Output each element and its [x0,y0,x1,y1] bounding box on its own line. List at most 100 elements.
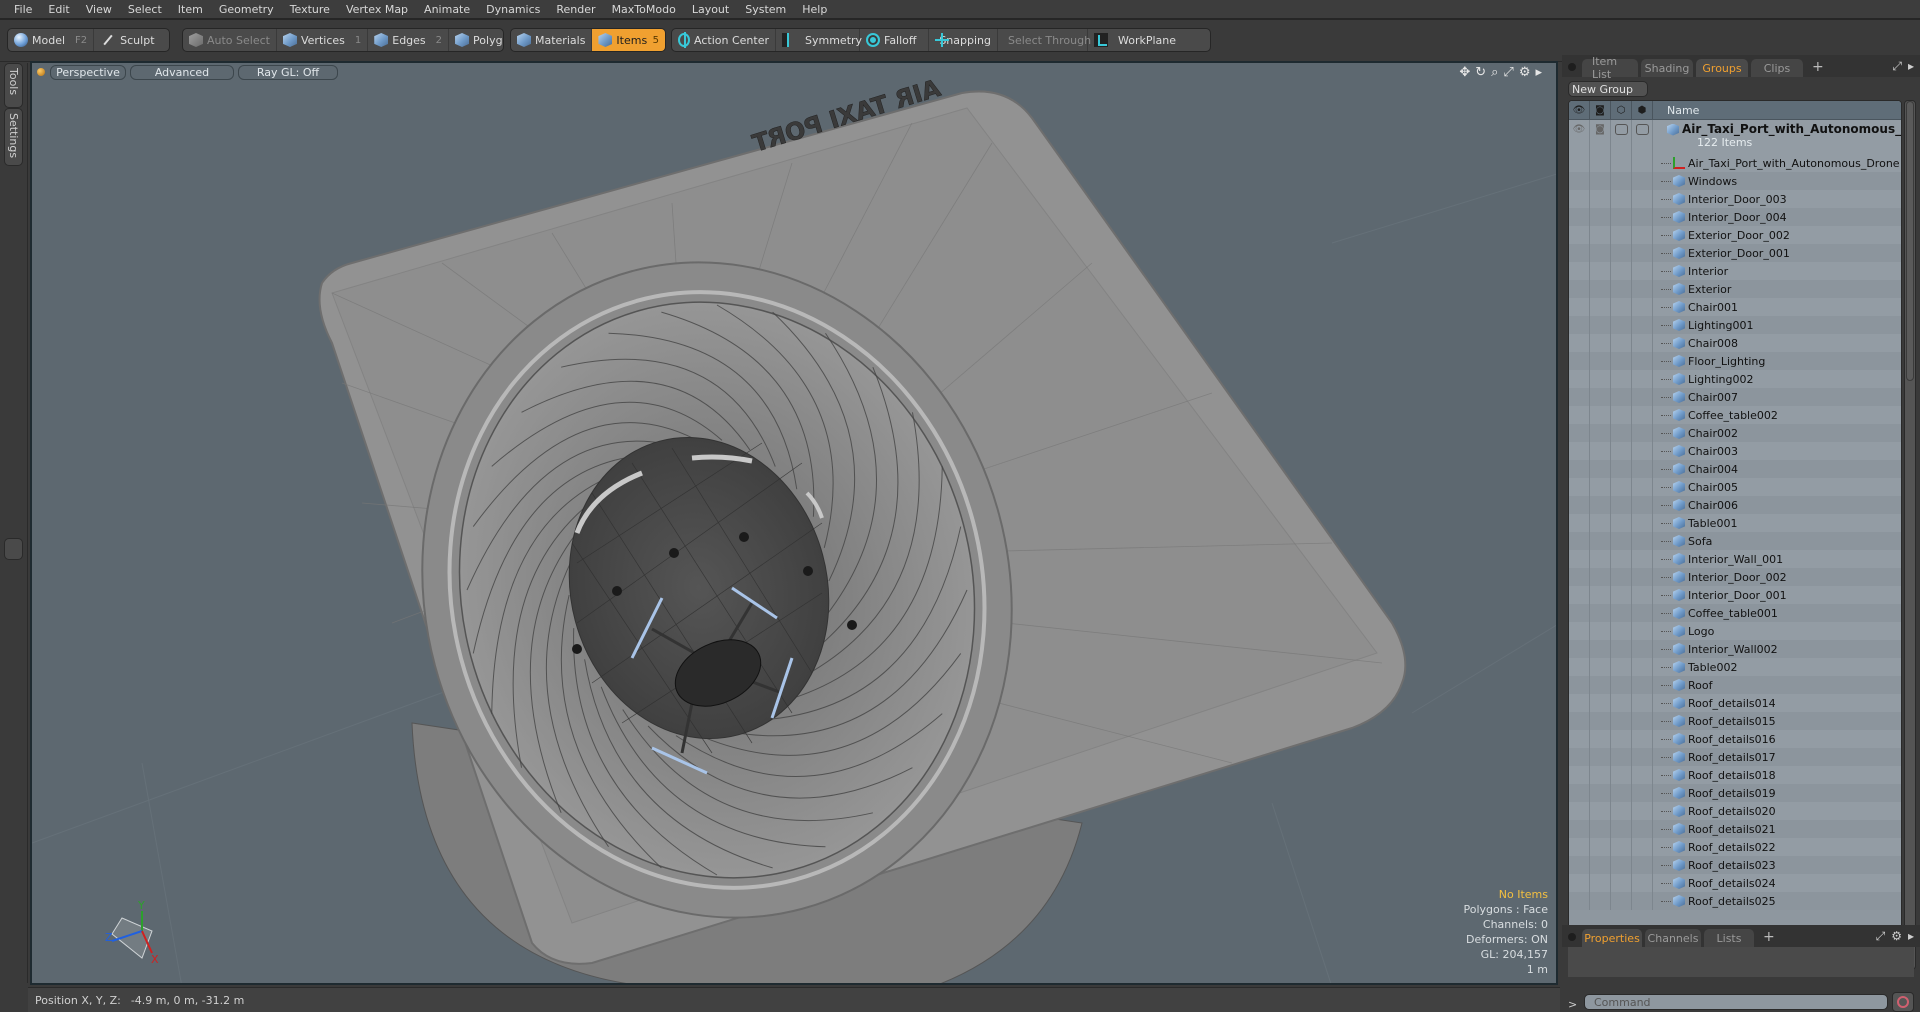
select-toggle[interactable] [1632,172,1653,190]
lock-toggle[interactable] [1611,460,1632,478]
falloff-button[interactable]: Falloff [860,29,929,51]
lock-toggle[interactable] [1611,568,1632,586]
select-toggle[interactable] [1632,676,1653,694]
menu-maxtomodo[interactable]: MaxToModo [604,3,684,16]
menu-vertex-map[interactable]: Vertex Map [338,3,416,16]
select-toggle[interactable] [1632,838,1653,856]
tree-item-row[interactable]: Roof [1569,676,1901,694]
workplane-button[interactable]: WorkPlane [1088,29,1210,51]
visibility-toggle[interactable] [1569,820,1590,838]
root-visibility-toggle[interactable]: 👁 [1569,120,1590,154]
materials-button[interactable]: Materials [511,29,593,51]
menu-help[interactable]: Help [794,3,835,16]
root-select-toggle[interactable] [1632,120,1653,154]
lock-toggle[interactable] [1611,856,1632,874]
tab-lists[interactable]: Lists [1704,929,1754,947]
tree-item-row[interactable]: Chair001 [1569,298,1901,316]
lock-toggle[interactable] [1611,622,1632,640]
select-toggle[interactable] [1632,406,1653,424]
tree-item-row[interactable]: Exterior_Door_002 [1569,226,1901,244]
visibility-toggle[interactable] [1569,226,1590,244]
menu-dynamics[interactable]: Dynamics [478,3,548,16]
visibility-toggle[interactable] [1569,784,1590,802]
lock-toggle[interactable] [1611,820,1632,838]
lock-toggle[interactable] [1611,370,1632,388]
visibility-toggle[interactable] [1569,532,1590,550]
select-toggle[interactable] [1632,190,1653,208]
render-toggle[interactable] [1590,820,1611,838]
lock-toggle[interactable] [1611,388,1632,406]
tree-item-row[interactable]: Roof_details016 [1569,730,1901,748]
lock-toggle[interactable] [1611,298,1632,316]
tree-item-row[interactable]: Windows [1569,172,1901,190]
visibility-toggle[interactable] [1569,694,1590,712]
render-toggle[interactable] [1590,892,1611,910]
tree-item-row[interactable]: Interior_Door_001 [1569,586,1901,604]
tree-item-row[interactable]: Coffee_table002 [1569,406,1901,424]
lock-toggle[interactable] [1611,226,1632,244]
lock-toggle[interactable] [1611,892,1632,910]
visibility-toggle[interactable] [1569,280,1590,298]
visibility-toggle[interactable] [1569,640,1590,658]
select-toggle[interactable] [1632,298,1653,316]
snapping-button[interactable]: Snapping [929,29,998,51]
select-toggle[interactable] [1632,316,1653,334]
lock-toggle[interactable] [1611,532,1632,550]
symmetry-button[interactable]: Symmetry [776,29,862,51]
lock-toggle[interactable] [1611,766,1632,784]
lock-toggle[interactable] [1611,640,1632,658]
items-button[interactable]: Items 5 [592,29,665,51]
select-toggle[interactable] [1632,604,1653,622]
lock-toggle[interactable] [1611,190,1632,208]
visibility-toggle[interactable] [1569,874,1590,892]
select-toggle[interactable] [1632,766,1653,784]
select-toggle[interactable] [1632,244,1653,262]
render-toggle[interactable] [1590,442,1611,460]
tree-item-row[interactable]: Roof_details017 [1569,748,1901,766]
record-macro-button[interactable] [1892,992,1914,1012]
render-toggle[interactable] [1590,748,1611,766]
tree-item-row[interactable]: Floor_Lighting [1569,352,1901,370]
tree-item-row[interactable]: Roof_details020 [1569,802,1901,820]
select-toggle[interactable] [1632,892,1653,910]
lock-toggle[interactable] [1611,802,1632,820]
tab-groups[interactable]: Groups [1696,59,1748,77]
select-toggle[interactable] [1632,748,1653,766]
lock-toggle[interactable] [1611,154,1632,172]
visibility-toggle[interactable] [1569,244,1590,262]
select-toggle[interactable] [1632,622,1653,640]
lock-toggle[interactable] [1611,424,1632,442]
select-toggle[interactable] [1632,802,1653,820]
visibility-toggle[interactable] [1569,622,1590,640]
select-toggle[interactable] [1632,532,1653,550]
render-toggle[interactable] [1590,298,1611,316]
render-toggle[interactable] [1590,208,1611,226]
lock-toggle[interactable] [1611,586,1632,604]
tab-shading[interactable]: Shading [1641,59,1693,77]
menu-system[interactable]: System [737,3,794,16]
menu-view[interactable]: View [78,3,120,16]
visibility-toggle[interactable] [1569,316,1590,334]
lock-toggle[interactable] [1611,172,1632,190]
visibility-toggle[interactable] [1569,154,1590,172]
render-toggle[interactable] [1590,604,1611,622]
tree-item-row[interactable]: Roof_details018 [1569,766,1901,784]
select-toggle[interactable] [1632,460,1653,478]
render-toggle[interactable] [1590,262,1611,280]
sculpt-button[interactable]: Sculpt [94,29,160,51]
edges-button[interactable]: Edges 2 [368,29,450,51]
render-toggle[interactable] [1590,550,1611,568]
tab-channels[interactable]: Channels [1645,929,1701,947]
select-toggle[interactable] [1632,154,1653,172]
root-lock-toggle[interactable] [1611,120,1632,154]
tree-item-row[interactable]: Roof_details021 [1569,820,1901,838]
select-toggle[interactable] [1632,496,1653,514]
render-toggle[interactable] [1590,460,1611,478]
visibility-toggle[interactable] [1569,856,1590,874]
viewport-menu-dot-icon[interactable] [37,68,45,76]
tab-settings[interactable]: Settings [4,108,23,166]
tree-item-row[interactable]: Roof_details019 [1569,784,1901,802]
lock-toggle[interactable] [1611,244,1632,262]
lock-toggle[interactable] [1611,784,1632,802]
tab-tools[interactable]: Tools [4,63,23,108]
